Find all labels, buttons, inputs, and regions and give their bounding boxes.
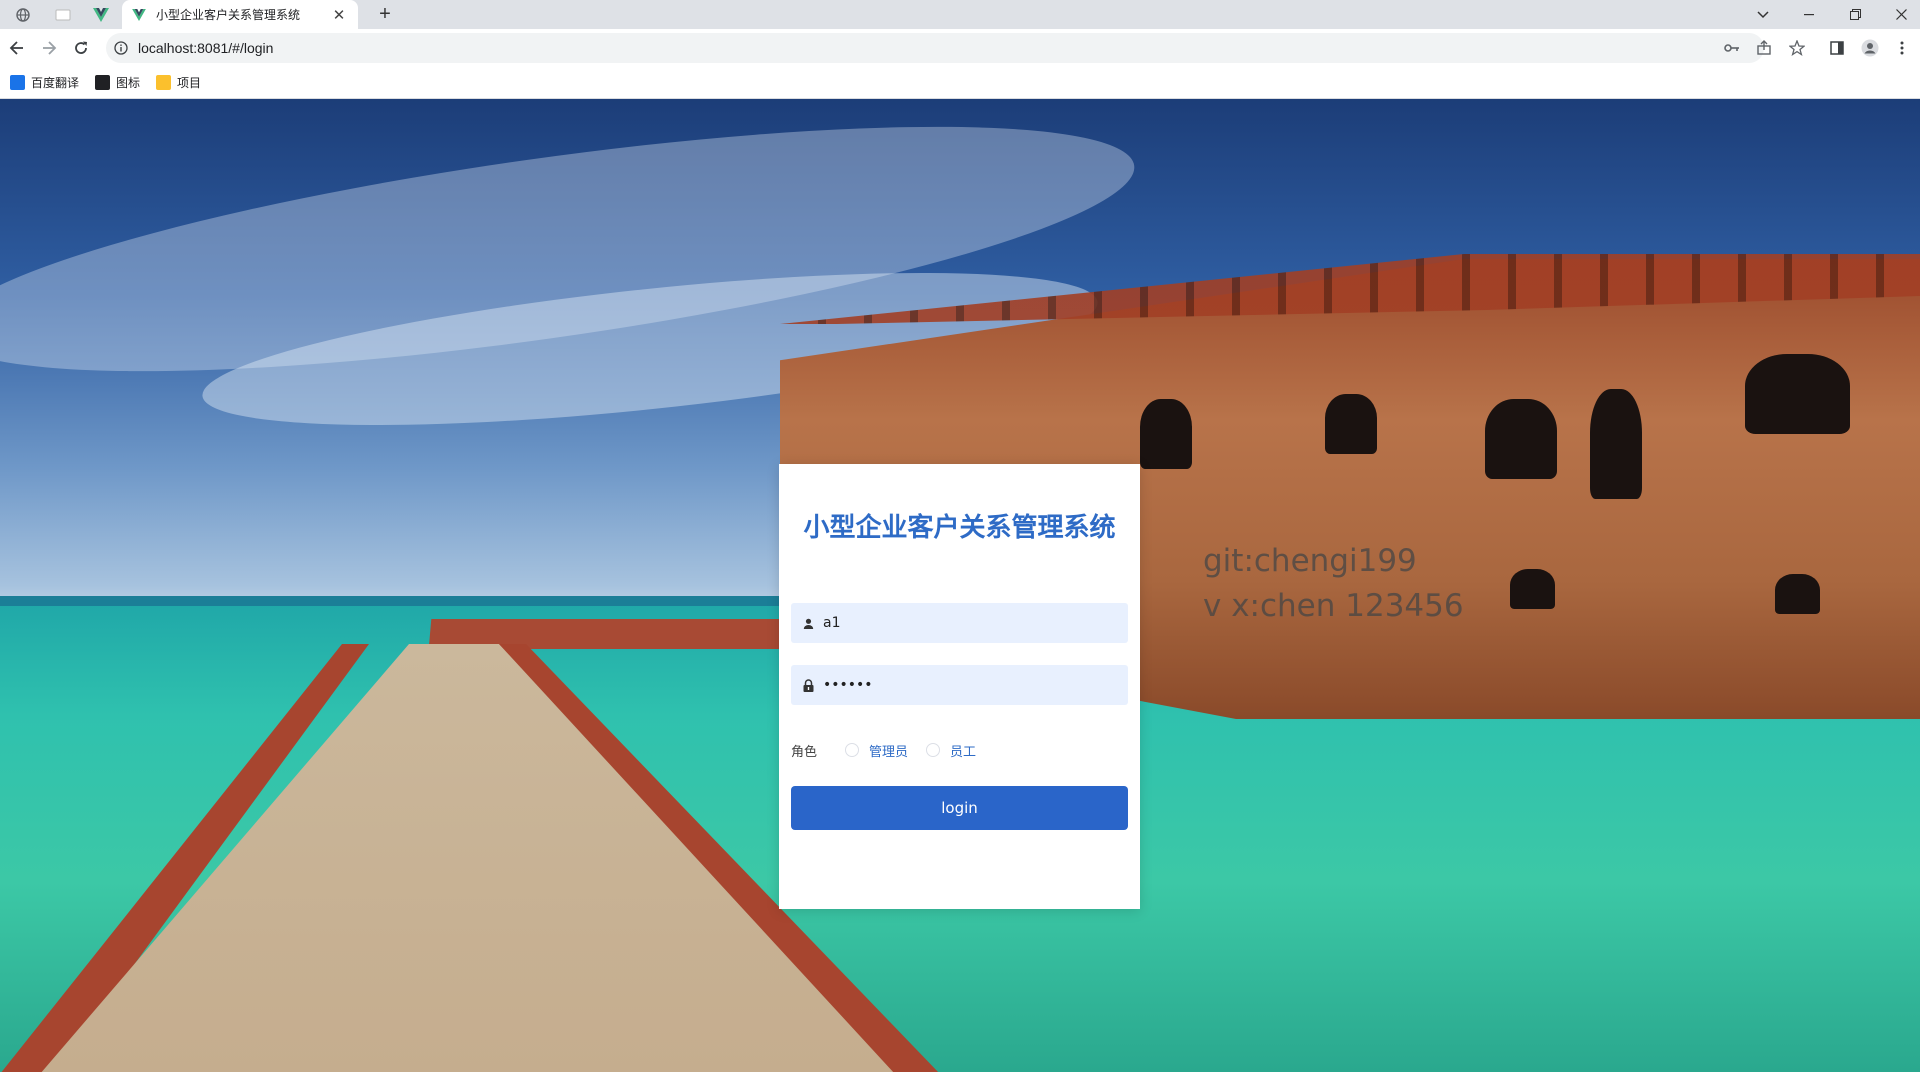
password-key-button[interactable]	[1720, 36, 1744, 60]
background-fort-window	[1510, 569, 1555, 609]
background-fort-window	[1590, 389, 1642, 499]
watermark-text: v x:chen 123456	[1203, 588, 1464, 624]
globe-tab[interactable]	[4, 3, 42, 26]
background-fort-window	[1745, 354, 1850, 434]
back-button[interactable]	[4, 35, 30, 61]
url-text[interactable]: localhost:8081/#/login	[138, 40, 273, 56]
arrow-left-icon	[9, 41, 23, 55]
translate-icon	[10, 75, 25, 90]
radio-circle[interactable]	[926, 743, 941, 757]
profile-button[interactable]	[1858, 36, 1882, 60]
username-field[interactable]	[791, 603, 1128, 643]
image-icon	[95, 75, 111, 90]
tab-title: 小型企业客户关系管理系统	[156, 8, 301, 22]
tab-search-button[interactable]	[1740, 0, 1786, 29]
page-icon	[55, 9, 71, 20]
reload-button[interactable]	[68, 35, 94, 61]
role-radio-employee[interactable]: 员工	[926, 741, 976, 760]
share-icon	[1757, 40, 1771, 55]
close-window-button[interactable]	[1878, 0, 1920, 29]
page-viewport: git:chengi199 v x:chen 123456 小型企业客户关系管理…	[0, 99, 1920, 1072]
minimize-icon	[1804, 13, 1814, 15]
bookmark-star-button[interactable]	[1785, 36, 1809, 60]
radio-circle[interactable]	[845, 743, 860, 757]
background-fort-window	[1775, 574, 1820, 614]
chevron-down-icon	[1757, 10, 1769, 18]
key-icon	[1724, 44, 1739, 52]
menu-button[interactable]	[1890, 36, 1914, 60]
folder-icon	[156, 75, 172, 90]
browser-toolbar: localhost:8081/#/login	[0, 29, 1920, 67]
active-tab[interactable]: 小型企业客户关系管理系统 ✕	[122, 0, 358, 29]
vue-tab[interactable]	[82, 3, 120, 26]
watermark-text: git:chengi199	[1203, 543, 1417, 579]
role-radio-admin[interactable]: 管理员	[845, 741, 908, 760]
role-option-label[interactable]: 管理员	[869, 741, 908, 760]
share-button[interactable]	[1752, 36, 1776, 60]
bookmark-label: 项目	[177, 76, 202, 90]
user-icon	[801, 616, 815, 630]
tab-strip: 小型企业客户关系管理系统 ✕ +	[0, 0, 1920, 29]
side-panel-icon	[1830, 41, 1844, 55]
tab-close-button[interactable]: ✕	[330, 6, 348, 24]
background-fort-window	[1325, 394, 1377, 454]
bookmark-label: 图标	[116, 76, 141, 90]
address-bar[interactable]: localhost:8081/#/login	[106, 33, 1764, 63]
side-panel-button[interactable]	[1825, 36, 1849, 60]
star-icon	[1789, 40, 1805, 56]
restore-button[interactable]	[1832, 0, 1878, 29]
bookmark-icons[interactable]: 图标	[95, 74, 140, 91]
login-title: 小型企业客户关系管理系统	[803, 513, 1116, 543]
login-button[interactable]: login	[791, 786, 1128, 830]
more-vertical-icon	[1900, 41, 1904, 55]
login-card: 小型企业客户关系管理系统 角色 管理员 员工 login	[779, 464, 1140, 909]
restore-icon	[1849, 9, 1861, 20]
forward-button[interactable]	[36, 35, 62, 61]
bookmark-baidu-translate[interactable]: 百度翻译	[10, 74, 79, 91]
role-label: 角色	[791, 744, 818, 760]
blank-tab[interactable]	[44, 3, 82, 26]
bookmark-label: 百度翻译	[31, 76, 80, 90]
background-fort-window	[1485, 399, 1557, 479]
role-selector: 角色 管理员 员工	[791, 740, 994, 760]
arrow-right-icon	[43, 41, 57, 55]
close-icon	[1895, 9, 1907, 20]
minimize-button[interactable]	[1786, 0, 1832, 29]
info-icon[interactable]	[114, 41, 128, 55]
reload-icon	[75, 41, 87, 54]
new-tab-button[interactable]: +	[372, 2, 398, 28]
bookmarks-bar: 百度翻译 图标 项目	[0, 67, 1920, 99]
lock-icon	[801, 678, 815, 692]
password-input[interactable]	[823, 677, 1123, 693]
vue-logo-icon	[93, 7, 109, 22]
background-fort-window	[1140, 399, 1192, 469]
bookmark-folder-projects[interactable]: 项目	[156, 74, 201, 91]
vue-logo-icon	[132, 8, 146, 21]
avatar-icon	[1861, 39, 1879, 57]
password-field[interactable]	[791, 665, 1128, 705]
role-option-label[interactable]: 员工	[950, 741, 976, 760]
globe-icon	[16, 7, 30, 22]
username-input[interactable]	[823, 615, 1123, 631]
